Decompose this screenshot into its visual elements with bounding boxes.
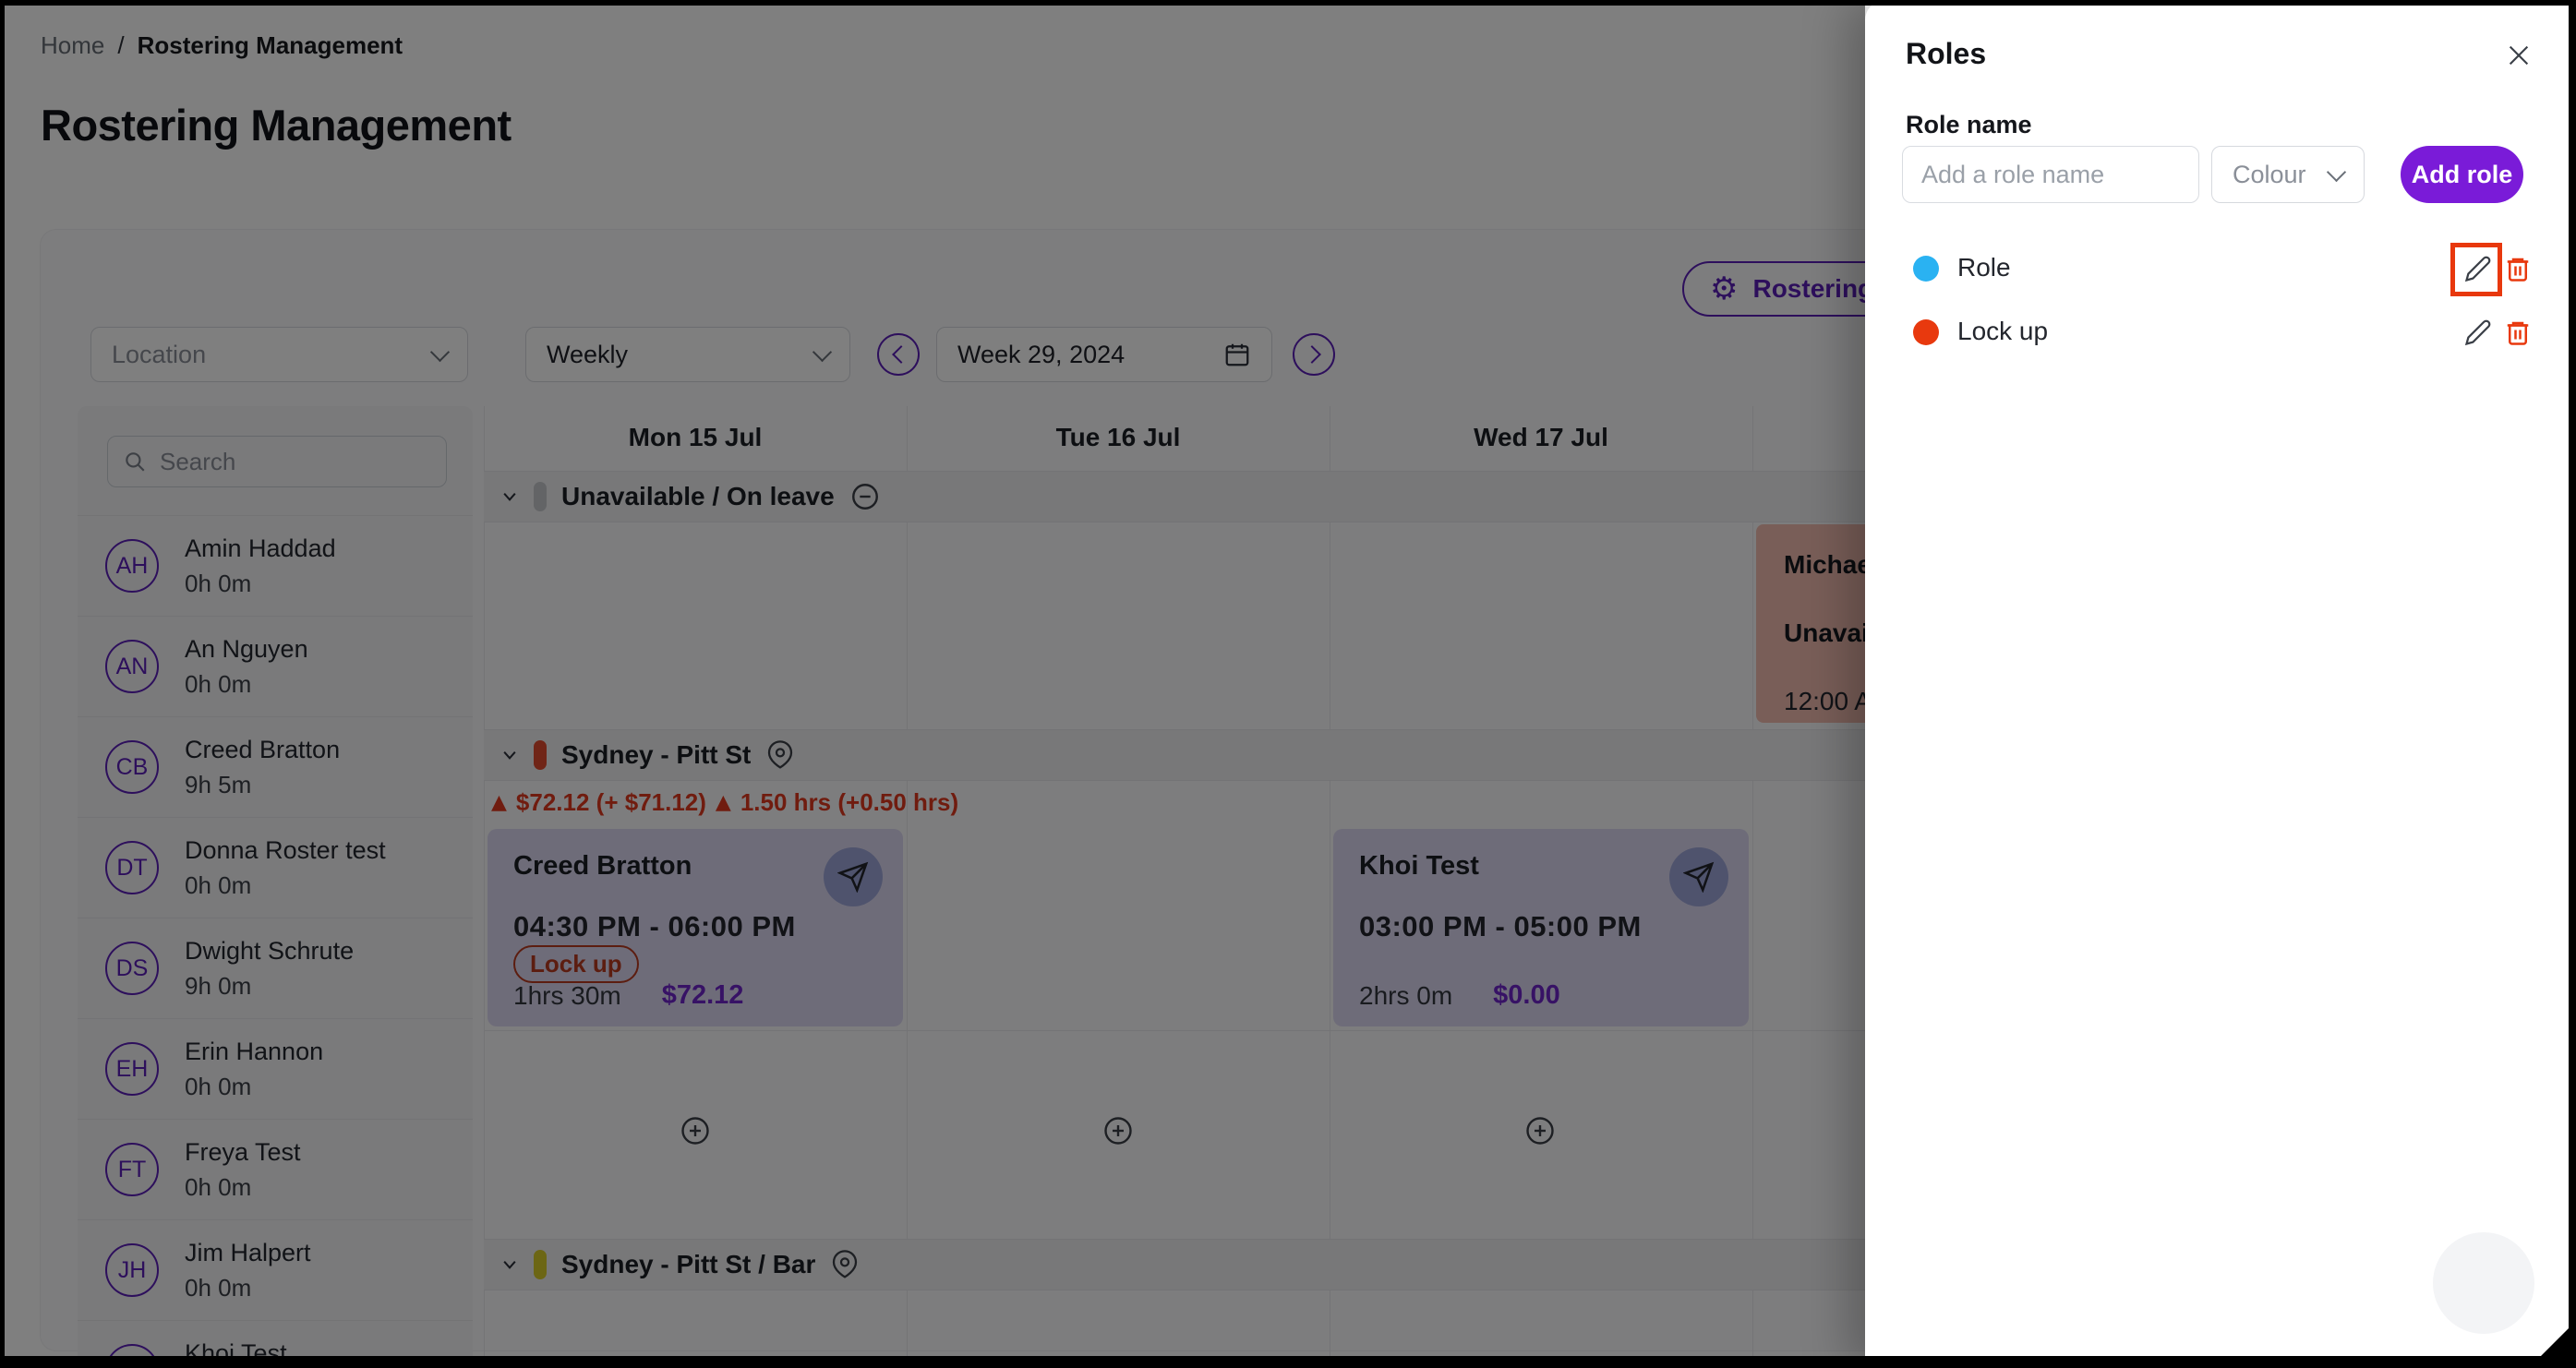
trash-icon [2504, 318, 2532, 346]
role-name: Lock up [1957, 317, 2048, 346]
trash-icon [2504, 255, 2532, 282]
edit-role-button[interactable] [2464, 318, 2492, 346]
add-role-button[interactable]: Add role [2401, 146, 2523, 203]
annotation-highlight-box [2450, 243, 2502, 296]
colour-select-value: Colour [2233, 161, 2329, 189]
role-row: Lock up [1865, 300, 2570, 365]
screenshot-frame [0, 1356, 2576, 1368]
delete-role-button[interactable] [2504, 318, 2532, 346]
screenshot-frame [2569, 0, 2576, 1368]
delete-role-button[interactable] [2504, 255, 2532, 282]
role-row: Role [1865, 236, 2570, 301]
roles-panel-title: Roles [1906, 37, 1986, 71]
modal-dim-overlay [0, 0, 1865, 1368]
close-icon [2504, 41, 2534, 70]
screenshot-frame [0, 0, 5, 1368]
role-color-dot [1913, 256, 1939, 282]
role-name-label: Role name [1906, 111, 2032, 139]
role-name-input[interactable] [1902, 146, 2199, 203]
roles-panel: Roles Role name Colour Add role Role Loc… [1865, 0, 2570, 1368]
pencil-icon [2464, 318, 2492, 346]
role-name: Role [1957, 253, 2011, 282]
role-color-dot [1913, 319, 1939, 345]
close-panel-button[interactable] [2504, 41, 2534, 70]
floating-widget-button[interactable] [2433, 1232, 2534, 1334]
cursor-artifact [2541, 1328, 2569, 1356]
chevron-down-icon [2327, 162, 2346, 181]
screenshot-frame [0, 0, 2576, 6]
colour-select[interactable]: Colour [2211, 146, 2365, 203]
